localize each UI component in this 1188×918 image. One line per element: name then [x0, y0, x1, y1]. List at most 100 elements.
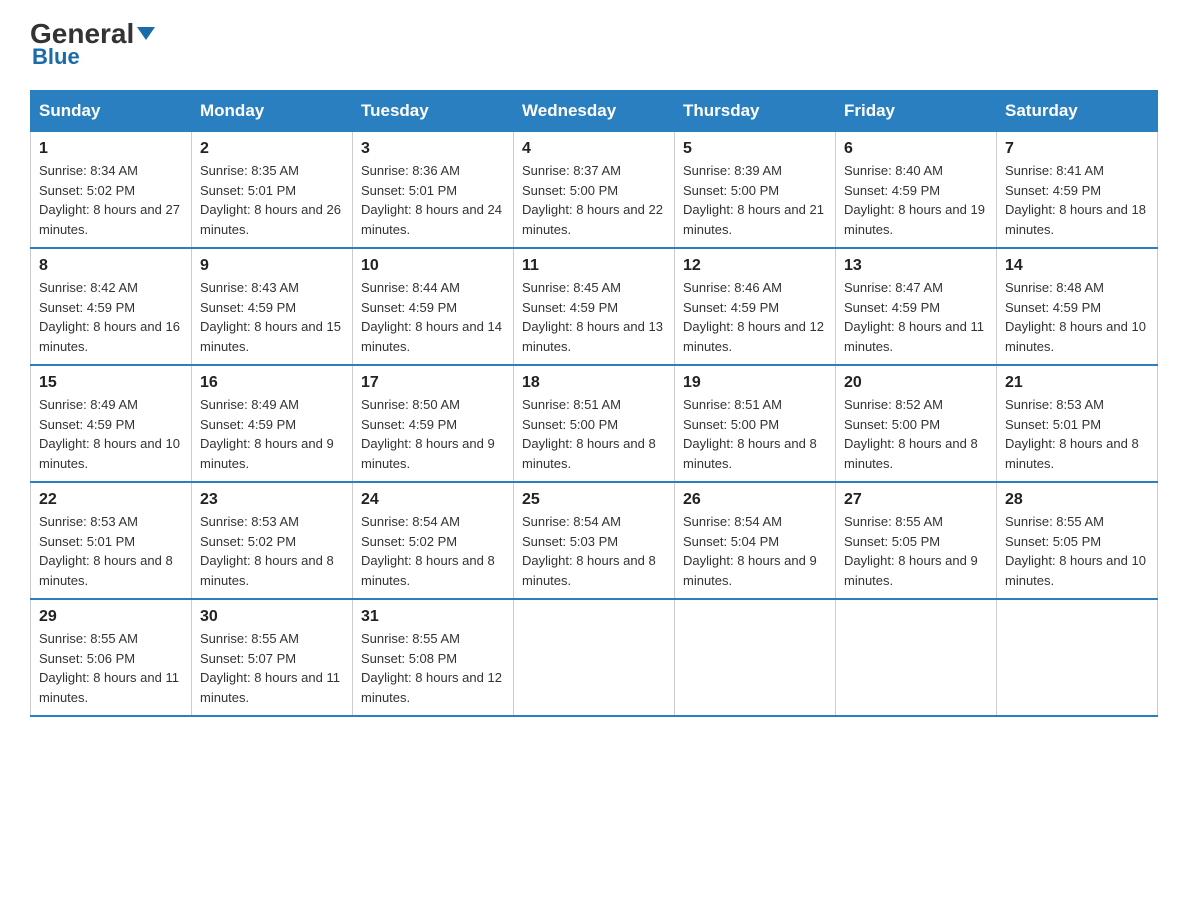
day-cell: 22 Sunrise: 8:53 AMSunset: 5:01 PMDayligh…: [31, 482, 192, 599]
day-cell: 24Sunrise: 8:54 AMSunset: 5:02 PMDayligh…: [353, 482, 514, 599]
day-number: 8: [39, 257, 183, 275]
day-cell: 8 Sunrise: 8:42 AMSunset: 4:59 PMDaylight…: [31, 248, 192, 365]
day-cell: [675, 599, 836, 716]
day-cell: 16 Sunrise: 8:49 AMSunset: 4:59 PMDayligh…: [192, 365, 353, 482]
calendar-table: SundayMondayTuesdayWednesdayThursdayFrid…: [30, 90, 1158, 717]
logo-line2: Blue: [30, 44, 80, 70]
day-cell: 5 Sunrise: 8:39 AMSunset: 5:00 PMDaylight…: [675, 132, 836, 249]
day-info: Sunrise: 8:37 AMSunset: 5:00 PMDaylight:…: [522, 163, 663, 237]
day-number: 1: [39, 140, 183, 158]
day-cell: 1 Sunrise: 8:34 AMSunset: 5:02 PMDaylight…: [31, 132, 192, 249]
day-number: 25: [522, 491, 666, 509]
day-number: 18: [522, 374, 666, 392]
day-cell: 10Sunrise: 8:44 AMSunset: 4:59 PMDayligh…: [353, 248, 514, 365]
day-info: Sunrise: 8:35 AMSunset: 5:01 PMDaylight:…: [200, 163, 341, 237]
page-header: General Blue: [30, 20, 1158, 70]
day-number: 13: [844, 257, 988, 275]
day-number: 9: [200, 257, 344, 275]
day-cell: 19 Sunrise: 8:51 AMSunset: 5:00 PMDayligh…: [675, 365, 836, 482]
day-info: Sunrise: 8:54 AMSunset: 5:03 PMDaylight:…: [522, 514, 656, 588]
day-cell: 6 Sunrise: 8:40 AMSunset: 4:59 PMDaylight…: [836, 132, 997, 249]
day-cell: 9 Sunrise: 8:43 AMSunset: 4:59 PMDaylight…: [192, 248, 353, 365]
day-number: 20: [844, 374, 988, 392]
day-number: 16: [200, 374, 344, 392]
day-cell: 14Sunrise: 8:48 AMSunset: 4:59 PMDayligh…: [997, 248, 1158, 365]
day-cell: 21 Sunrise: 8:53 AMSunset: 5:01 PMDayligh…: [997, 365, 1158, 482]
day-cell: [836, 599, 997, 716]
day-number: 22: [39, 491, 183, 509]
day-number: 2: [200, 140, 344, 158]
day-info: Sunrise: 8:55 AMSunset: 5:05 PMDaylight:…: [1005, 514, 1146, 588]
day-info: Sunrise: 8:53 AMSunset: 5:02 PMDaylight:…: [200, 514, 334, 588]
week-row-1: 1 Sunrise: 8:34 AMSunset: 5:02 PMDaylight…: [31, 132, 1158, 249]
day-number: 15: [39, 374, 183, 392]
day-cell: 29 Sunrise: 8:55 AMSunset: 5:06 PMDayligh…: [31, 599, 192, 716]
day-info: Sunrise: 8:36 AMSunset: 5:01 PMDaylight:…: [361, 163, 502, 237]
week-row-5: 29 Sunrise: 8:55 AMSunset: 5:06 PMDayligh…: [31, 599, 1158, 716]
day-number: 6: [844, 140, 988, 158]
day-cell: 18 Sunrise: 8:51 AMSunset: 5:00 PMDayligh…: [514, 365, 675, 482]
header-sunday: Sunday: [31, 91, 192, 132]
day-cell: 4 Sunrise: 8:37 AMSunset: 5:00 PMDaylight…: [514, 132, 675, 249]
day-cell: 20 Sunrise: 8:52 AMSunset: 5:00 PMDayligh…: [836, 365, 997, 482]
day-info: Sunrise: 8:51 AMSunset: 5:00 PMDaylight:…: [683, 397, 817, 471]
day-info: Sunrise: 8:51 AMSunset: 5:00 PMDaylight:…: [522, 397, 656, 471]
day-number: 28: [1005, 491, 1149, 509]
day-info: Sunrise: 8:49 AMSunset: 4:59 PMDaylight:…: [200, 397, 334, 471]
day-info: Sunrise: 8:53 AMSunset: 5:01 PMDaylight:…: [1005, 397, 1139, 471]
day-number: 10: [361, 257, 505, 275]
day-info: Sunrise: 8:41 AMSunset: 4:59 PMDaylight:…: [1005, 163, 1146, 237]
day-info: Sunrise: 8:55 AMSunset: 5:05 PMDaylight:…: [844, 514, 978, 588]
day-info: Sunrise: 8:50 AMSunset: 4:59 PMDaylight:…: [361, 397, 495, 471]
header-tuesday: Tuesday: [353, 91, 514, 132]
day-info: Sunrise: 8:47 AMSunset: 4:59 PMDaylight:…: [844, 280, 984, 354]
day-number: 21: [1005, 374, 1149, 392]
day-number: 11: [522, 257, 666, 275]
calendar-header-row: SundayMondayTuesdayWednesdayThursdayFrid…: [31, 91, 1158, 132]
day-number: 5: [683, 140, 827, 158]
day-info: Sunrise: 8:40 AMSunset: 4:59 PMDaylight:…: [844, 163, 985, 237]
day-cell: 27 Sunrise: 8:55 AMSunset: 5:05 PMDayligh…: [836, 482, 997, 599]
day-info: Sunrise: 8:55 AMSunset: 5:08 PMDaylight:…: [361, 631, 502, 705]
day-info: Sunrise: 8:54 AMSunset: 5:04 PMDaylight:…: [683, 514, 817, 588]
day-number: 12: [683, 257, 827, 275]
day-number: 27: [844, 491, 988, 509]
day-cell: 7 Sunrise: 8:41 AMSunset: 4:59 PMDaylight…: [997, 132, 1158, 249]
day-number: 26: [683, 491, 827, 509]
day-number: 14: [1005, 257, 1149, 275]
day-info: Sunrise: 8:49 AMSunset: 4:59 PMDaylight:…: [39, 397, 180, 471]
header-monday: Monday: [192, 91, 353, 132]
day-number: 17: [361, 374, 505, 392]
week-row-4: 22 Sunrise: 8:53 AMSunset: 5:01 PMDayligh…: [31, 482, 1158, 599]
day-number: 7: [1005, 140, 1149, 158]
day-number: 4: [522, 140, 666, 158]
day-number: 19: [683, 374, 827, 392]
day-info: Sunrise: 8:34 AMSunset: 5:02 PMDaylight:…: [39, 163, 180, 237]
day-info: Sunrise: 8:54 AMSunset: 5:02 PMDaylight:…: [361, 514, 495, 588]
day-info: Sunrise: 8:39 AMSunset: 5:00 PMDaylight:…: [683, 163, 824, 237]
day-cell: 17 Sunrise: 8:50 AMSunset: 4:59 PMDayligh…: [353, 365, 514, 482]
day-number: 31: [361, 608, 505, 626]
day-cell: 23 Sunrise: 8:53 AMSunset: 5:02 PMDayligh…: [192, 482, 353, 599]
day-number: 29: [39, 608, 183, 626]
day-cell: 26 Sunrise: 8:54 AMSunset: 5:04 PMDayligh…: [675, 482, 836, 599]
day-info: Sunrise: 8:55 AMSunset: 5:06 PMDaylight:…: [39, 631, 179, 705]
day-number: 23: [200, 491, 344, 509]
day-cell: 12Sunrise: 8:46 AMSunset: 4:59 PMDayligh…: [675, 248, 836, 365]
day-cell: [997, 599, 1158, 716]
day-cell: 30Sunrise: 8:55 AMSunset: 5:07 PMDayligh…: [192, 599, 353, 716]
day-cell: [514, 599, 675, 716]
day-info: Sunrise: 8:53 AMSunset: 5:01 PMDaylight:…: [39, 514, 173, 588]
day-number: 3: [361, 140, 505, 158]
day-cell: 3 Sunrise: 8:36 AMSunset: 5:01 PMDaylight…: [353, 132, 514, 249]
day-cell: 28 Sunrise: 8:55 AMSunset: 5:05 PMDayligh…: [997, 482, 1158, 599]
day-cell: 15 Sunrise: 8:49 AMSunset: 4:59 PMDayligh…: [31, 365, 192, 482]
day-info: Sunrise: 8:43 AMSunset: 4:59 PMDaylight:…: [200, 280, 341, 354]
day-info: Sunrise: 8:42 AMSunset: 4:59 PMDaylight:…: [39, 280, 180, 354]
week-row-3: 15 Sunrise: 8:49 AMSunset: 4:59 PMDayligh…: [31, 365, 1158, 482]
header-wednesday: Wednesday: [514, 91, 675, 132]
day-cell: 25 Sunrise: 8:54 AMSunset: 5:03 PMDayligh…: [514, 482, 675, 599]
day-cell: 11Sunrise: 8:45 AMSunset: 4:59 PMDayligh…: [514, 248, 675, 365]
logo: General Blue: [30, 20, 155, 70]
day-info: Sunrise: 8:52 AMSunset: 5:00 PMDaylight:…: [844, 397, 978, 471]
